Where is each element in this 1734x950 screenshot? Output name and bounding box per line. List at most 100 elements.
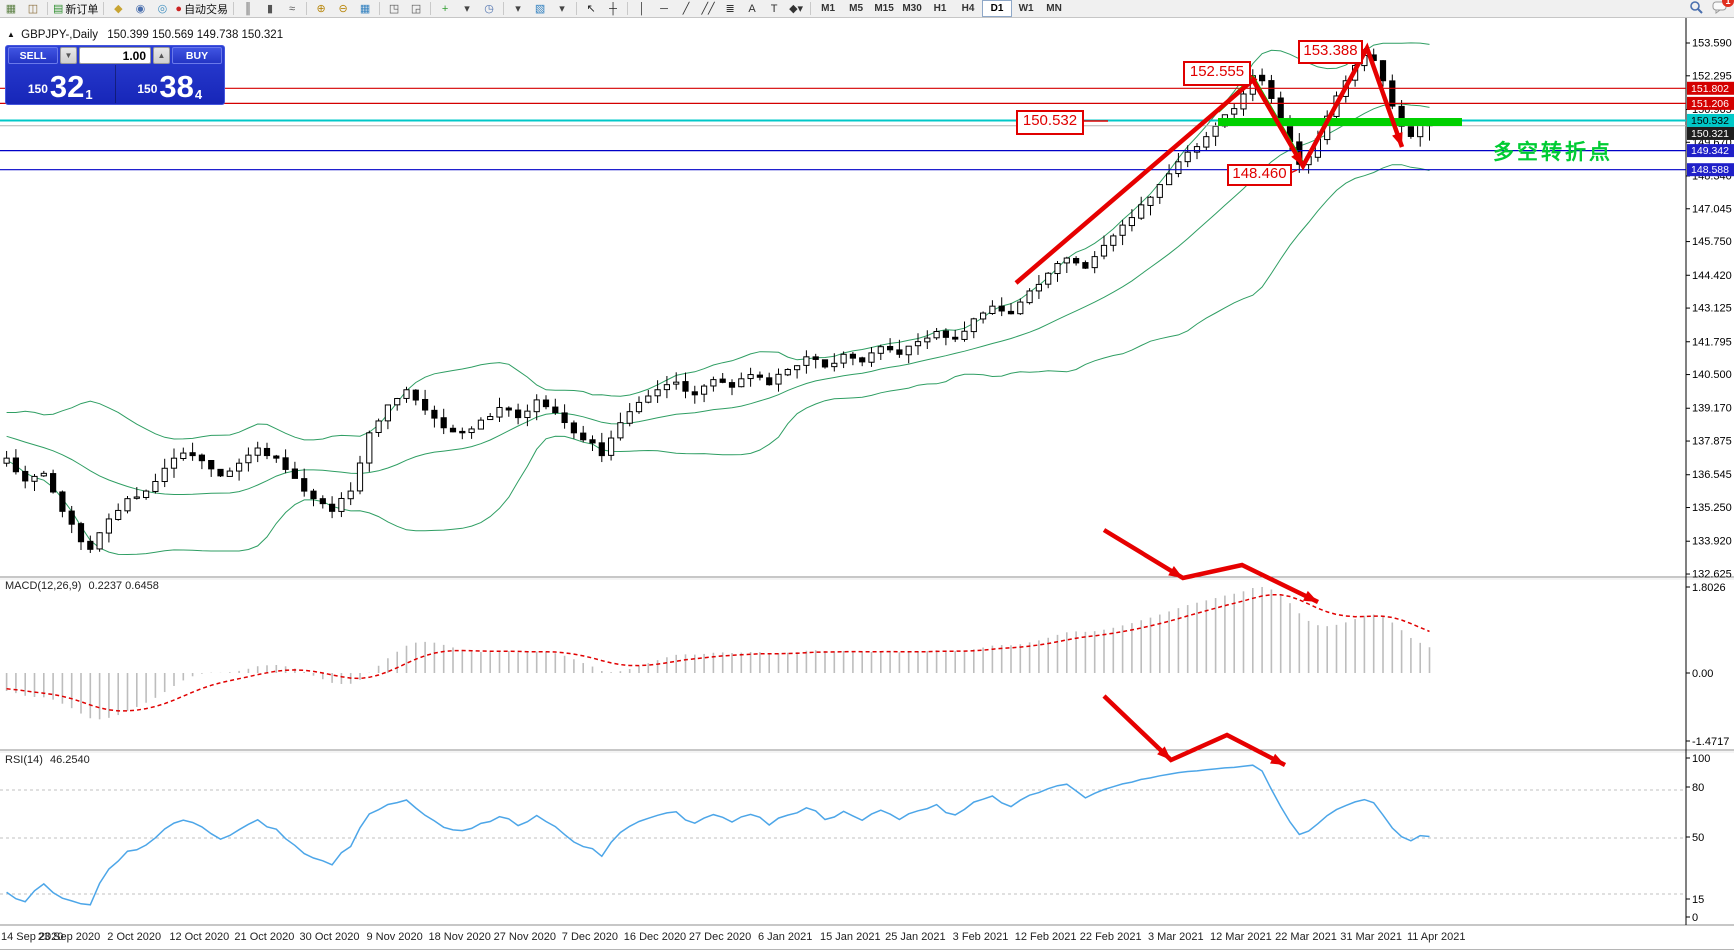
svg-text:3 Mar 2021: 3 Mar 2021 [1148, 931, 1204, 943]
text-label-icon[interactable]: T [763, 1, 785, 16]
line-chart-icon: ≈ [289, 3, 295, 15]
svg-text:135.250: 135.250 [1692, 502, 1732, 514]
svg-text:136.545: 136.545 [1692, 469, 1732, 481]
chart-canvas[interactable]: 153.590152.295150.965149.670148.340147.0… [0, 0, 1734, 949]
chart-template-icon[interactable]: ▧ [529, 1, 551, 16]
shapes-icon[interactable]: ◆▾ [785, 1, 807, 16]
style-brush-icon[interactable]: ◆ [107, 1, 129, 16]
svg-text:2 Oct 2020: 2 Oct 2020 [107, 931, 161, 943]
timeframe-m1[interactable]: M1 [814, 1, 842, 16]
trendline-icon: ╱ [683, 2, 690, 15]
new-order-icon[interactable]: ▤新订单 [51, 1, 100, 16]
chart-window-icon: ▦ [6, 2, 16, 15]
arrange-windows-icon[interactable]: ◳ [383, 1, 405, 16]
clock-icon: ◷ [484, 2, 494, 15]
search-icon[interactable] [1689, 0, 1704, 18]
add-indicator-icon[interactable]: + [434, 1, 456, 16]
svg-text:22 Feb 2021: 22 Feb 2021 [1080, 931, 1142, 943]
svg-text:0.00: 0.00 [1692, 668, 1713, 680]
sell-price-major: 150 [28, 82, 48, 96]
panel-frames [0, 17, 1734, 925]
price-callout-153.388[interactable]: 153.388 [1298, 40, 1363, 64]
vertical-line-icon[interactable]: │ [631, 1, 653, 16]
svg-text:30 Oct 2020: 30 Oct 2020 [300, 931, 360, 943]
price-callout-150.532[interactable]: 150.532 [1016, 110, 1084, 135]
volume-down-button[interactable]: ▼ [60, 47, 77, 64]
arrange-charts-icon[interactable]: ◲ [405, 1, 427, 16]
price-object-lines[interactable] [0, 88, 1686, 169]
svg-text:100: 100 [1692, 753, 1710, 765]
arrange-windows-icon: ◳ [389, 2, 399, 15]
annotation-note[interactable]: 多空转折点 [1493, 136, 1613, 166]
timeframe-m15[interactable]: M15 [870, 1, 898, 16]
date-axis[interactable]: 14 Sep 202023 Sep 20202 Oct 202012 Oct 2… [1, 931, 1465, 943]
volume-up-button[interactable]: ▲ [153, 47, 170, 64]
timeframe-h1[interactable]: H1 [926, 1, 954, 16]
svg-text:148.588: 148.588 [1691, 164, 1729, 176]
signals-icon[interactable]: ◎ [151, 1, 173, 16]
svg-text:147.045: 147.045 [1692, 203, 1732, 215]
svg-text:23 Sep 2020: 23 Sep 2020 [38, 931, 100, 943]
horizontal-line-icon: ─ [660, 3, 668, 15]
buy-price-pips: 38 [159, 74, 193, 100]
cursor-icon[interactable]: ↖ [580, 1, 602, 16]
svg-text:80: 80 [1692, 782, 1704, 794]
bars-chart-icon[interactable]: ║ [237, 1, 259, 16]
timeframe-m30[interactable]: M30 [898, 1, 926, 16]
fibonacci-icon[interactable]: ≣ [719, 1, 741, 16]
autotrading-icon[interactable]: ●自动交易 [173, 1, 230, 16]
toolbar-separator [103, 2, 104, 15]
candles-chart-icon[interactable]: ▮ [259, 1, 281, 16]
timeframe-h4[interactable]: H4 [954, 1, 982, 16]
timeframe-w1[interactable]: W1 [1012, 1, 1040, 16]
horizontal-line-icon[interactable]: ─ [653, 1, 675, 16]
svg-text:18 Nov 2020: 18 Nov 2020 [429, 931, 491, 943]
tile-windows-icon: ▦ [360, 2, 370, 15]
sell-button[interactable]: SELL [8, 47, 58, 64]
sell-price[interactable]: 150 32 1 [6, 65, 116, 103]
toolbar-right-icons: 1 [1689, 0, 1728, 18]
svg-text:151.802: 151.802 [1691, 83, 1729, 95]
template-dropdown2-icon[interactable]: ▾ [551, 1, 573, 16]
timeframe-d1[interactable]: D1 [982, 0, 1012, 17]
trendline-icon[interactable]: ╱ [675, 1, 697, 16]
channel-icon[interactable]: ╱╱ [697, 1, 719, 16]
svg-text:139.170: 139.170 [1692, 403, 1732, 415]
svg-text:7 Dec 2020: 7 Dec 2020 [562, 931, 618, 943]
toolbar-separator [430, 2, 431, 15]
toolbar-separator [810, 2, 811, 15]
zoom-out-icon[interactable]: ⊖ [332, 1, 354, 16]
add-indicator-icon: + [442, 3, 448, 15]
fibonacci-icon: ≣ [725, 2, 734, 15]
template-dropdown-icon: ▾ [515, 2, 521, 15]
price-callout-148.460[interactable]: 148.460 [1227, 164, 1292, 186]
chart-window-icon[interactable]: ▦ [0, 1, 22, 16]
cursor-icon: ↖ [586, 2, 595, 15]
text-icon[interactable]: A [741, 1, 763, 16]
buy-price[interactable]: 150 38 4 [116, 65, 225, 103]
text-label-icon: T [771, 3, 778, 15]
line-chart-icon[interactable]: ≈ [281, 1, 303, 16]
price-callout-152.555[interactable]: 152.555 [1183, 61, 1251, 86]
timeframe-mn[interactable]: MN [1040, 1, 1068, 16]
volume-input[interactable] [79, 47, 151, 64]
chart-zoom-preview-icon[interactable]: ◫ [22, 1, 44, 16]
zoom-in-icon[interactable]: ⊕ [310, 1, 332, 16]
tile-windows-icon[interactable]: ▦ [354, 1, 376, 16]
profile-icon: ◉ [136, 2, 146, 15]
svg-text:149.342: 149.342 [1691, 145, 1729, 157]
macd-trend-arrows[interactable] [1104, 530, 1318, 602]
svg-text:145.750: 145.750 [1692, 236, 1732, 248]
template-dropdown-icon[interactable]: ▾ [507, 1, 529, 16]
candles-chart-icon: ▮ [267, 2, 273, 15]
svg-text:0: 0 [1692, 912, 1698, 924]
indicator-dropdown-icon[interactable]: ▾ [456, 1, 478, 16]
clock-icon[interactable]: ◷ [478, 1, 500, 16]
template-dropdown2-icon: ▾ [559, 2, 565, 15]
chat-icon[interactable]: 1 [1712, 0, 1728, 18]
buy-button[interactable]: BUY [172, 47, 222, 64]
rsi-trend-arrows[interactable] [1104, 696, 1285, 765]
profile-icon[interactable]: ◉ [129, 1, 151, 16]
timeframe-m5[interactable]: M5 [842, 1, 870, 16]
crosshair-icon[interactable]: ┼ [602, 1, 624, 16]
